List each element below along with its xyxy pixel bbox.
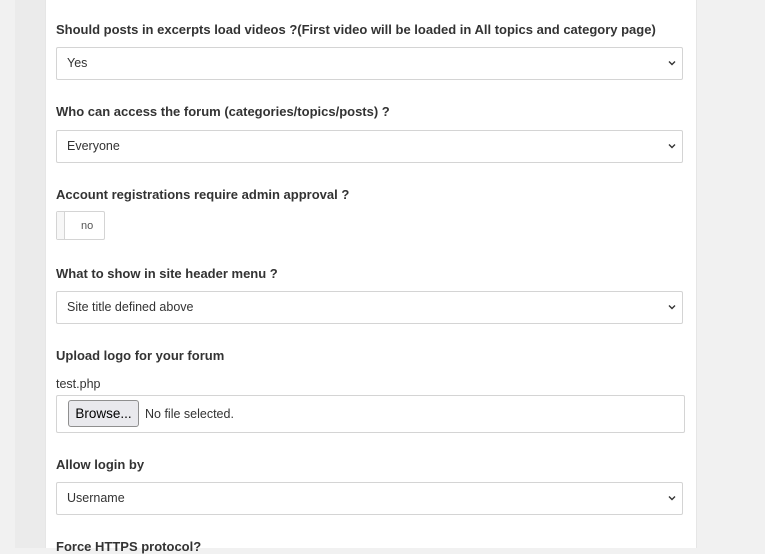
browse-button[interactable]: Browse...: [68, 400, 139, 427]
forum-access-select[interactable]: Everyone: [56, 130, 683, 163]
chevron-down-icon: [668, 144, 676, 149]
chevron-down-icon: [668, 496, 676, 501]
excerpt-videos-select[interactable]: Yes: [56, 47, 683, 80]
header-menu-select[interactable]: Site title defined above: [56, 291, 683, 324]
header-menu-value: Site title defined above: [67, 300, 194, 314]
admin-approval-label: Account registrations require admin appr…: [56, 187, 350, 202]
login-by-value: Username: [67, 491, 125, 505]
admin-approval-toggle[interactable]: no: [56, 211, 105, 240]
forum-access-label: Who can access the forum (categories/top…: [56, 104, 390, 119]
toggle-knob: [57, 212, 65, 239]
forum-access-value: Everyone: [67, 139, 120, 153]
chevron-down-icon: [668, 61, 676, 66]
current-logo-filename: test.php: [56, 377, 101, 391]
logo-file-input[interactable]: Browse... No file selected.: [56, 395, 685, 433]
excerpt-videos-value: Yes: [67, 56, 88, 70]
login-by-select[interactable]: Username: [56, 482, 683, 515]
header-menu-label: What to show in site header menu ?: [56, 266, 278, 281]
toggle-state-text: no: [81, 220, 94, 232]
chevron-down-icon: [668, 305, 676, 310]
logo-upload-label: Upload logo for your forum: [56, 348, 225, 363]
login-by-label: Allow login by: [56, 457, 145, 472]
file-status-text: No file selected.: [145, 407, 234, 421]
force-https-label: Force HTTPS protocol?: [56, 539, 202, 554]
excerpt-videos-label: Should posts in excerpts load videos ?(F…: [56, 22, 656, 37]
